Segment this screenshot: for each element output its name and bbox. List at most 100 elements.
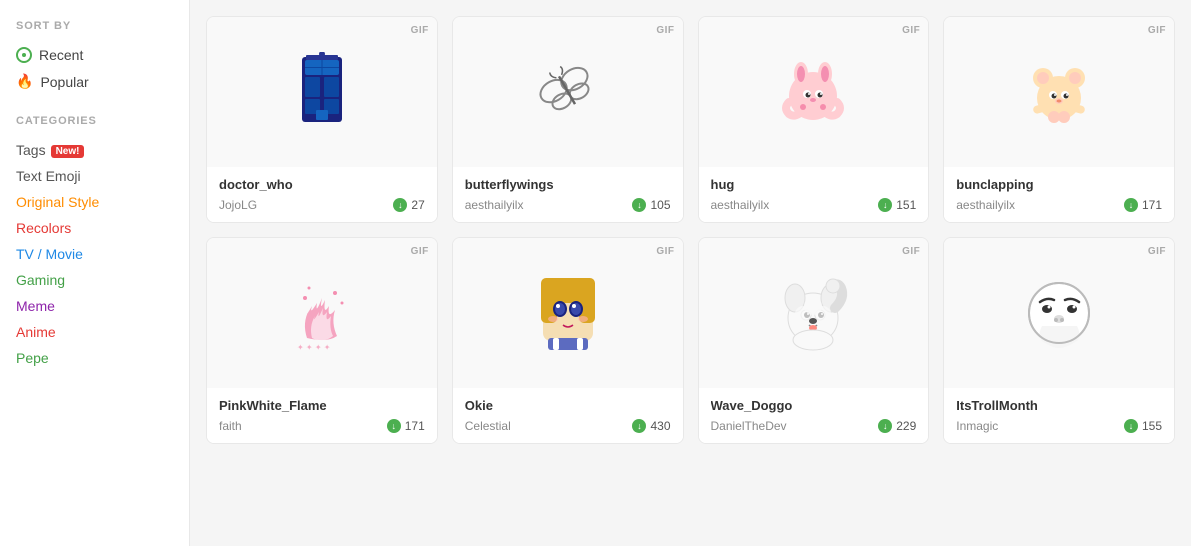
doggo-preview xyxy=(773,268,853,358)
gif-badge: GIF xyxy=(411,246,429,257)
card-title-okie: Okie xyxy=(465,398,671,413)
card-downloads-doctor-who: ↓ 27 xyxy=(393,198,424,212)
gif-badge: GIF xyxy=(1148,246,1166,257)
download-icon: ↓ xyxy=(878,198,892,212)
card-image-bunclapping: GIF xyxy=(944,17,1174,167)
card-meta-butterflywings: aesthailyilx ↓ 105 xyxy=(465,198,671,212)
gif-badge: GIF xyxy=(1148,25,1166,36)
card-downloads-wave-doggo: ↓ 229 xyxy=(878,419,916,433)
card-downloads-pinkwhite-flame: ↓ 171 xyxy=(387,419,425,433)
gif-badge: GIF xyxy=(411,25,429,36)
sort-recent[interactable]: Recent xyxy=(16,42,173,68)
download-count-wave-doggo: 229 xyxy=(896,419,916,433)
card-info-hug: hug aesthailyilx ↓ 151 xyxy=(699,167,929,222)
sidebar-item-meme[interactable]: Meme xyxy=(16,293,173,319)
original-style-label: Original Style xyxy=(16,194,99,210)
card-author-pinkwhite-flame: faith xyxy=(219,419,242,433)
card-author-bunclapping: aesthailyilx xyxy=(956,198,1015,212)
sort-popular[interactable]: 🔥 Popular xyxy=(16,68,173,95)
card-doctor-who[interactable]: GIF doctor_who JojoL xyxy=(206,16,438,223)
card-meta-bunclapping: aesthailyilx ↓ 171 xyxy=(956,198,1162,212)
card-bunclapping[interactable]: GIF xyxy=(943,16,1175,223)
fire-icon: 🔥 xyxy=(16,73,33,90)
sidebar: SORT BY Recent 🔥 Popular CATEGORIES Tags… xyxy=(0,0,190,546)
card-meta-wave-doggo: DanielTheDev ↓ 229 xyxy=(711,419,917,433)
sidebar-item-tv-movie[interactable]: TV / Movie xyxy=(16,241,173,267)
card-author-hug: aesthailyilx xyxy=(711,198,770,212)
card-image-okie: GIF xyxy=(453,238,683,388)
card-title-wave-doggo: Wave_Doggo xyxy=(711,398,917,413)
anime-label: Anime xyxy=(16,324,56,340)
categories-label: CATEGORIES xyxy=(16,115,173,127)
card-meta-pinkwhite-flame: faith ↓ 171 xyxy=(219,419,425,433)
card-title-butterflywings: butterflywings xyxy=(465,177,671,192)
download-icon: ↓ xyxy=(1124,198,1138,212)
card-info-doctor-who: doctor_who JojoLG ↓ 27 xyxy=(207,167,437,222)
download-count-butterflywings: 105 xyxy=(650,198,670,212)
card-author-itstrollmonth: Inmagic xyxy=(956,419,998,433)
card-image-wave-doggo: GIF xyxy=(699,238,929,388)
card-info-pinkwhite-flame: PinkWhite_Flame faith ↓ 171 xyxy=(207,388,437,443)
card-butterflywings[interactable]: GIF butterflywings aesthaily xyxy=(452,16,684,223)
download-count-itstrollmonth: 155 xyxy=(1142,419,1162,433)
card-okie[interactable]: GIF xyxy=(452,237,684,444)
card-downloads-bunclapping: ↓ 171 xyxy=(1124,198,1162,212)
download-icon: ↓ xyxy=(632,198,646,212)
download-count-hug: 151 xyxy=(896,198,916,212)
card-meta-itstrollmonth: Inmagic ↓ 155 xyxy=(956,419,1162,433)
sort-recent-label: Recent xyxy=(39,47,83,63)
card-downloads-okie: ↓ 430 xyxy=(632,419,670,433)
card-title-pinkwhite-flame: PinkWhite_Flame xyxy=(219,398,425,413)
sidebar-item-text-emoji[interactable]: Text Emoji xyxy=(16,163,173,189)
download-count-okie: 430 xyxy=(650,419,670,433)
bunclapping-preview xyxy=(1019,52,1099,132)
download-count-doctor-who: 27 xyxy=(411,198,424,212)
tardis-preview xyxy=(292,52,352,132)
download-icon: ↓ xyxy=(632,419,646,433)
card-meta-hug: aesthailyilx ↓ 151 xyxy=(711,198,917,212)
meme-label: Meme xyxy=(16,298,55,314)
card-info-okie: Okie Celestial ↓ 430 xyxy=(453,388,683,443)
download-icon: ↓ xyxy=(393,198,407,212)
tv-movie-label: TV / Movie xyxy=(16,246,83,262)
butterfly-preview xyxy=(533,57,603,127)
sidebar-item-original-style[interactable]: Original Style xyxy=(16,189,173,215)
card-info-wave-doggo: Wave_Doggo DanielTheDev ↓ 229 xyxy=(699,388,929,443)
categories-section: CATEGORIES Tags New! Text Emoji Original … xyxy=(16,115,173,371)
sidebar-item-pepe[interactable]: Pepe xyxy=(16,345,173,371)
sticker-grid: GIF doctor_who JojoL xyxy=(206,16,1175,444)
card-title-bunclapping: bunclapping xyxy=(956,177,1162,192)
tags-label: Tags xyxy=(16,142,46,158)
text-emoji-label: Text Emoji xyxy=(16,168,81,184)
new-badge: New! xyxy=(51,145,85,158)
card-image-itstrollmonth: GIF xyxy=(944,238,1174,388)
gaming-label: Gaming xyxy=(16,272,65,288)
gif-badge: GIF xyxy=(902,246,920,257)
sort-popular-label: Popular xyxy=(40,74,88,90)
gif-badge: GIF xyxy=(902,25,920,36)
card-itstrollmonth[interactable]: GIF xyxy=(943,237,1175,444)
card-title-doctor-who: doctor_who xyxy=(219,177,425,192)
sidebar-item-anime[interactable]: Anime xyxy=(16,319,173,345)
download-icon: ↓ xyxy=(878,419,892,433)
card-image-butterflywings: GIF xyxy=(453,17,683,167)
card-meta-okie: Celestial ↓ 430 xyxy=(465,419,671,433)
download-icon: ↓ xyxy=(387,419,401,433)
card-pinkwhite-flame[interactable]: GIF ✦ ✦ ✦ ✦ PinkWhite_Flame faith xyxy=(206,237,438,444)
card-downloads-hug: ↓ 151 xyxy=(878,198,916,212)
card-wave-doggo[interactable]: GIF xyxy=(698,237,930,444)
sidebar-item-gaming[interactable]: Gaming xyxy=(16,267,173,293)
card-title-hug: hug xyxy=(711,177,917,192)
card-hug[interactable]: GIF xyxy=(698,16,930,223)
sidebar-item-recolors[interactable]: Recolors xyxy=(16,215,173,241)
card-image-doctor-who: GIF xyxy=(207,17,437,167)
card-image-hug: GIF xyxy=(699,17,929,167)
card-title-itstrollmonth: ItsTrollMonth xyxy=(956,398,1162,413)
card-meta-doctor-who: JojoLG ↓ 27 xyxy=(219,198,425,212)
card-author-okie: Celestial xyxy=(465,419,511,433)
pinkflame-preview: ✦ ✦ ✦ ✦ xyxy=(287,268,357,358)
main-content: GIF doctor_who JojoL xyxy=(190,0,1191,546)
card-author-butterflywings: aesthailyilx xyxy=(465,198,524,212)
gif-badge: GIF xyxy=(656,246,674,257)
sidebar-item-tags[interactable]: Tags New! xyxy=(16,137,173,163)
